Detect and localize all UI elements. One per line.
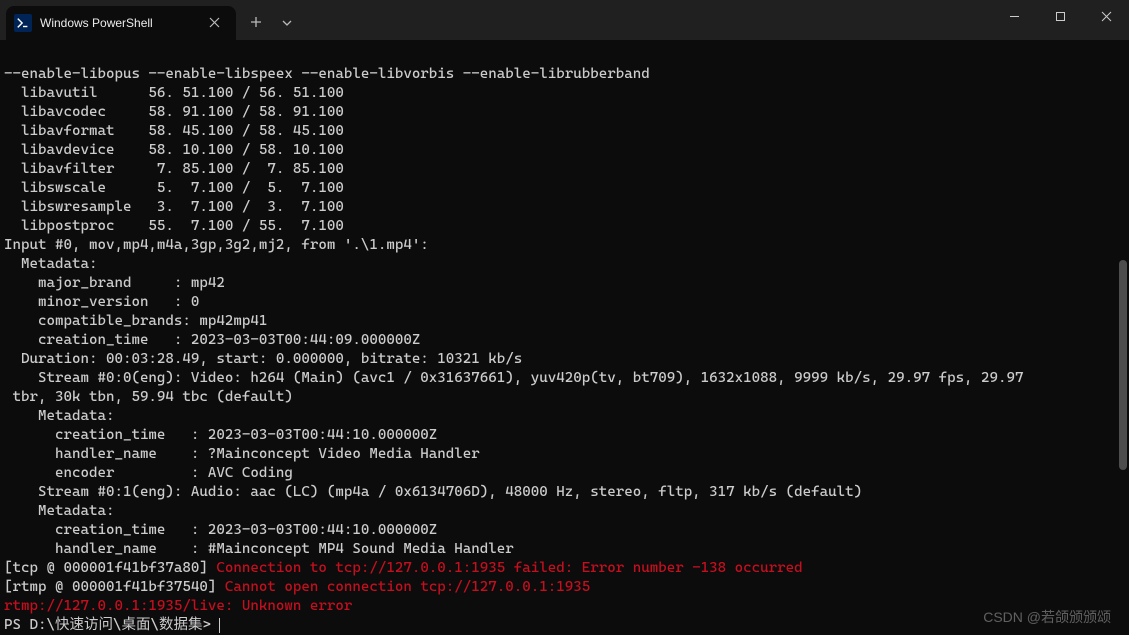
cursor [219,618,220,633]
watermark: CSDN @若颌颁颁颂 [983,607,1111,627]
title-bar: Windows PowerShell [0,0,1129,40]
output-line: encoder : AVC Coding [4,465,293,481]
new-tab-button[interactable] [242,11,270,36]
output-line: handler_name : ?Mainconcept Video Media … [4,446,480,462]
output-line: --enable-libopus --enable-libspeex --ena… [4,66,650,82]
output-line: Input #0, mov,mp4,m4a,3gp,3g2,mj2, from … [4,237,429,253]
scrollbar-thumb[interactable] [1119,260,1127,470]
output-line: Stream #0:0(eng): Video: h264 (Main) (av… [4,370,1024,386]
output-line: major_brand : mp42 [4,275,225,291]
output-line: Metadata: [4,408,114,424]
tab-title: Windows PowerShell [40,16,195,30]
output-line: creation_time : 2023-03-03T00:44:10.0000… [4,427,437,443]
powershell-icon [14,14,32,32]
output-line: Metadata: [4,256,97,272]
tab-dropdown-button[interactable] [274,11,300,36]
output-line: [rtmp @ 000001f41bf37540] Cannot open co… [4,579,590,595]
output-line: Metadata: [4,503,114,519]
output-line: compatible_brands: mp42mp41 [4,313,267,329]
output-line: libpostproc 55. 7.100 / 55. 7.100 [4,218,344,234]
output-line: libavutil 56. 51.100 / 56. 51.100 [4,85,344,101]
tab-actions [242,0,300,40]
output-line: tbr, 30k tbn, 59.94 tbc (default) [4,389,293,405]
terminal-output[interactable]: --enable-libopus --enable-libspeex --ena… [0,40,1129,635]
close-window-button[interactable] [1083,0,1129,32]
output-line: libavcodec 58. 91.100 / 58. 91.100 [4,104,344,120]
output-line: Stream #0:1(eng): Audio: aac (LC) (mp4a … [4,484,862,500]
output-line: libavdevice 58. 10.100 / 58. 10.100 [4,142,344,158]
output-line: Duration: 00:03:28.49, start: 0.000000, … [4,351,522,367]
output-line: handler_name : #Mainconcept MP4 Sound Me… [4,541,514,557]
error-text: Cannot open connection tcp://127.0.0.1:1… [225,579,590,595]
output-line: libavformat 58. 45.100 / 58. 45.100 [4,123,344,139]
error-text: rtmp://127.0.0.1:1935/live: Unknown erro… [4,598,352,614]
output-line: libswresample 3. 7.100 / 3. 7.100 [4,199,344,215]
tab-powershell[interactable]: Windows PowerShell [6,6,236,40]
output-line: minor_version : 0 [4,294,199,310]
maximize-button[interactable] [1037,0,1083,32]
window-controls [991,0,1129,40]
output-line: creation_time : 2023-03-03T00:44:09.0000… [4,332,420,348]
minimize-button[interactable] [991,0,1037,32]
output-line: libavfilter 7. 85.100 / 7. 85.100 [4,161,344,177]
error-text: Connection to tcp://127.0.0.1:1935 faile… [216,560,802,576]
prompt-line: PS D:\快速访问\桌面\数据集> [4,617,220,633]
output-line: creation_time : 2023-03-03T00:44:10.0000… [4,522,437,538]
output-line: [tcp @ 000001f41bf37a80] Connection to t… [4,560,803,576]
title-bar-drag-area[interactable] [300,0,991,40]
tab-close-button[interactable] [203,13,226,33]
output-line: libswscale 5. 7.100 / 5. 7.100 [4,180,344,196]
